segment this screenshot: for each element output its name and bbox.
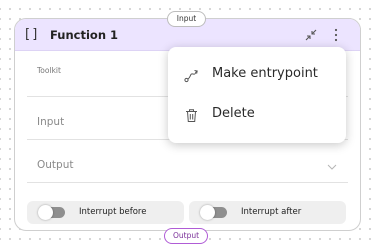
toggle-switch[interactable] (38, 205, 65, 220)
node-title: Function 1 (50, 28, 119, 42)
trash-icon (186, 109, 197, 122)
interrupt-before-label: Interrupt before (79, 207, 147, 217)
output-port[interactable]: Output (164, 228, 208, 244)
menu-item-delete[interactable]: Delete (168, 95, 346, 135)
toggle-switch[interactable] (200, 205, 227, 220)
collapse-icon[interactable] (305, 29, 317, 41)
entrypoint-icon (184, 70, 198, 83)
toggle-knob (200, 205, 215, 220)
output-field-label[interactable]: Output (37, 159, 73, 171)
interrupt-after-label: Interrupt after (241, 207, 302, 217)
input-port[interactable]: Input (167, 11, 206, 27)
interrupt-after-toggle[interactable]: Interrupt after (189, 201, 346, 224)
menu-item-make-entrypoint[interactable]: Make entrypoint (168, 55, 346, 95)
more-vertical-icon[interactable] (331, 28, 341, 42)
chevron-down-icon[interactable] (327, 164, 337, 171)
toggle-knob (38, 205, 53, 220)
context-menu: Make entrypoint Delete (168, 47, 346, 143)
make-entrypoint-label: Make entrypoint (212, 66, 318, 81)
toolkit-label: Toolkit (37, 66, 61, 75)
output-field[interactable] (27, 182, 348, 183)
interrupt-before-toggle[interactable]: Interrupt before (27, 201, 184, 224)
input-field-label[interactable]: Input (37, 116, 64, 128)
brackets-icon: [ ] (25, 27, 37, 42)
delete-label: Delete (212, 106, 255, 121)
